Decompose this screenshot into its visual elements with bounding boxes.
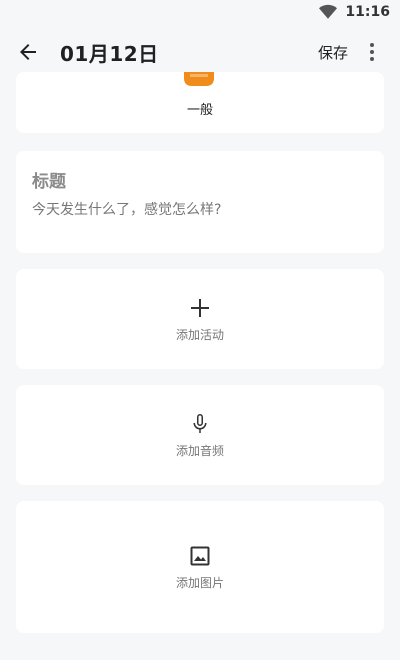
- status-time: 11:16: [345, 4, 390, 20]
- image-icon: [190, 546, 210, 565]
- add-audio-label: 添加音频: [175, 443, 224, 458]
- add-audio-button[interactable]: 添加音频: [16, 385, 384, 485]
- add-activity-button[interactable]: 添加活动: [16, 269, 384, 369]
- mood-label: 一般: [186, 103, 213, 118]
- wifi-icon: [319, 4, 338, 19]
- add-image-label: 添加图片: [175, 575, 224, 590]
- more-vert-icon[interactable]: [360, 40, 384, 64]
- add-image-button[interactable]: 添加图片: [16, 501, 384, 633]
- entry-card[interactable]: 标题 今天发生什么了，感觉怎么样?: [16, 151, 384, 253]
- microphone-icon: [193, 413, 207, 433]
- status-bar: 11:16: [0, 0, 400, 24]
- save-button[interactable]: 保存: [318, 42, 348, 63]
- plus-icon: [191, 298, 209, 317]
- arrow-left-icon[interactable]: [16, 40, 40, 64]
- page-title: 01月12日: [60, 42, 159, 66]
- title-input[interactable]: 标题: [32, 167, 66, 192]
- mood-card[interactable]: 一般: [16, 72, 384, 133]
- body-input[interactable]: 今天发生什么了，感觉怎么样?: [32, 199, 221, 219]
- add-activity-label: 添加活动: [175, 327, 224, 342]
- mood-face-icon: [184, 72, 214, 86]
